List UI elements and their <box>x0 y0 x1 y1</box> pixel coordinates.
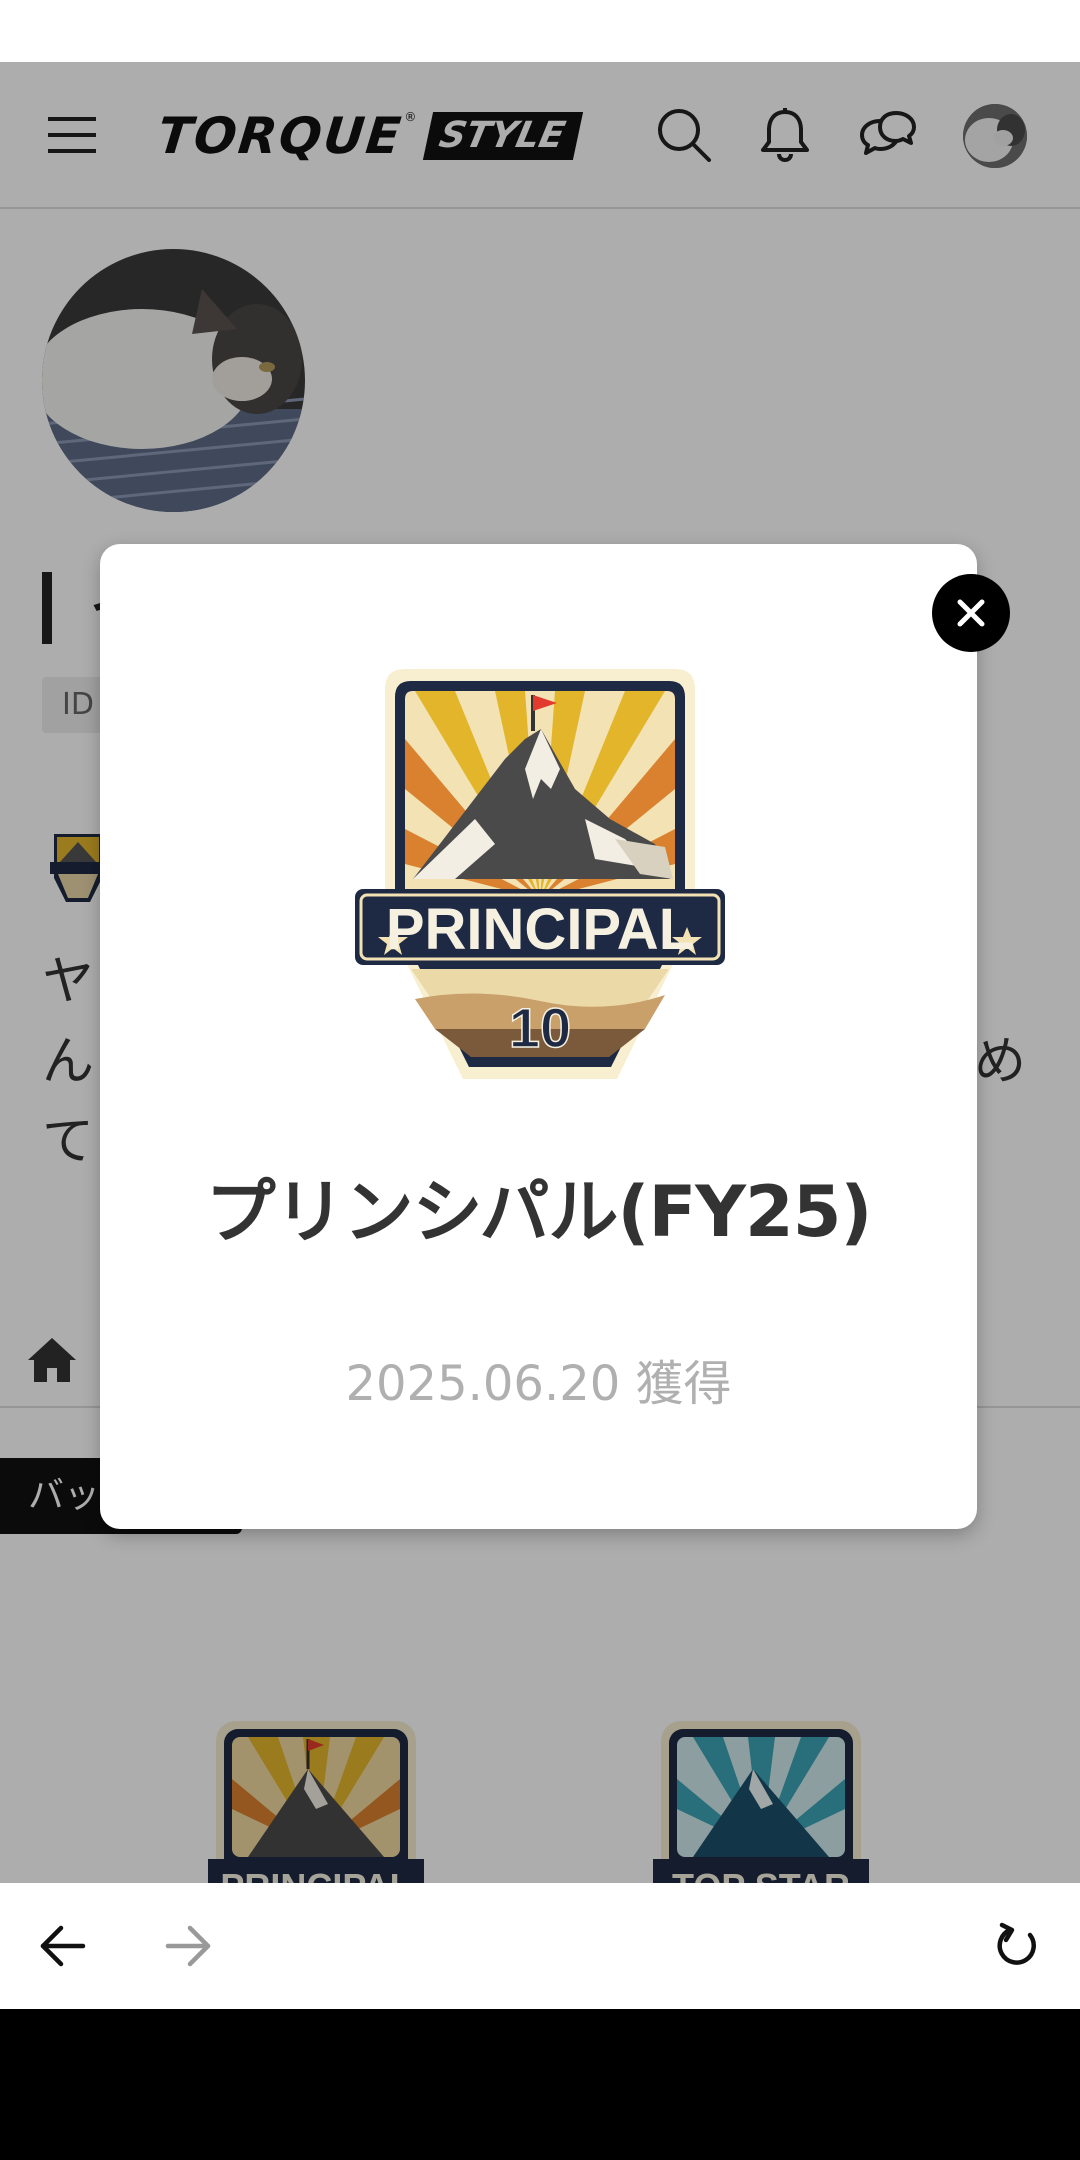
forward-button[interactable] <box>158 1916 218 1976</box>
back-button[interactable] <box>33 1916 93 1976</box>
close-modal-button[interactable] <box>932 574 1010 652</box>
app-content: TORQUE ® STYLE ID ヤ ん め て バッ PRINCIPAL 1… <box>0 62 1080 1883</box>
modal-badge-banner: PRINCIPAL <box>386 897 694 962</box>
system-navigation-bar <box>0 2009 1080 2160</box>
principal-badge-icon: PRINCIPAL 10 <box>355 669 725 1079</box>
back-arrow-icon <box>40 1925 86 1967</box>
modal-badge-date: 2025.06.20 獲得 <box>345 1356 732 1412</box>
reload-button[interactable] <box>987 1916 1047 1976</box>
modal-badge-level: 10 <box>509 996 571 1059</box>
modal-badge-title: プリンシパル(FY25) <box>205 1171 873 1253</box>
browser-navigation-bar <box>0 1883 1080 2009</box>
forward-arrow-icon <box>165 1925 211 1967</box>
status-bar <box>0 0 1080 62</box>
badge-detail-modal: PRINCIPAL 10 プリンシパル(FY25) 2025.06.20 獲得 <box>100 544 977 1529</box>
modal-badge-image: PRINCIPAL 10 <box>355 669 725 1089</box>
reload-icon <box>997 1922 1036 1965</box>
close-icon <box>957 599 985 627</box>
